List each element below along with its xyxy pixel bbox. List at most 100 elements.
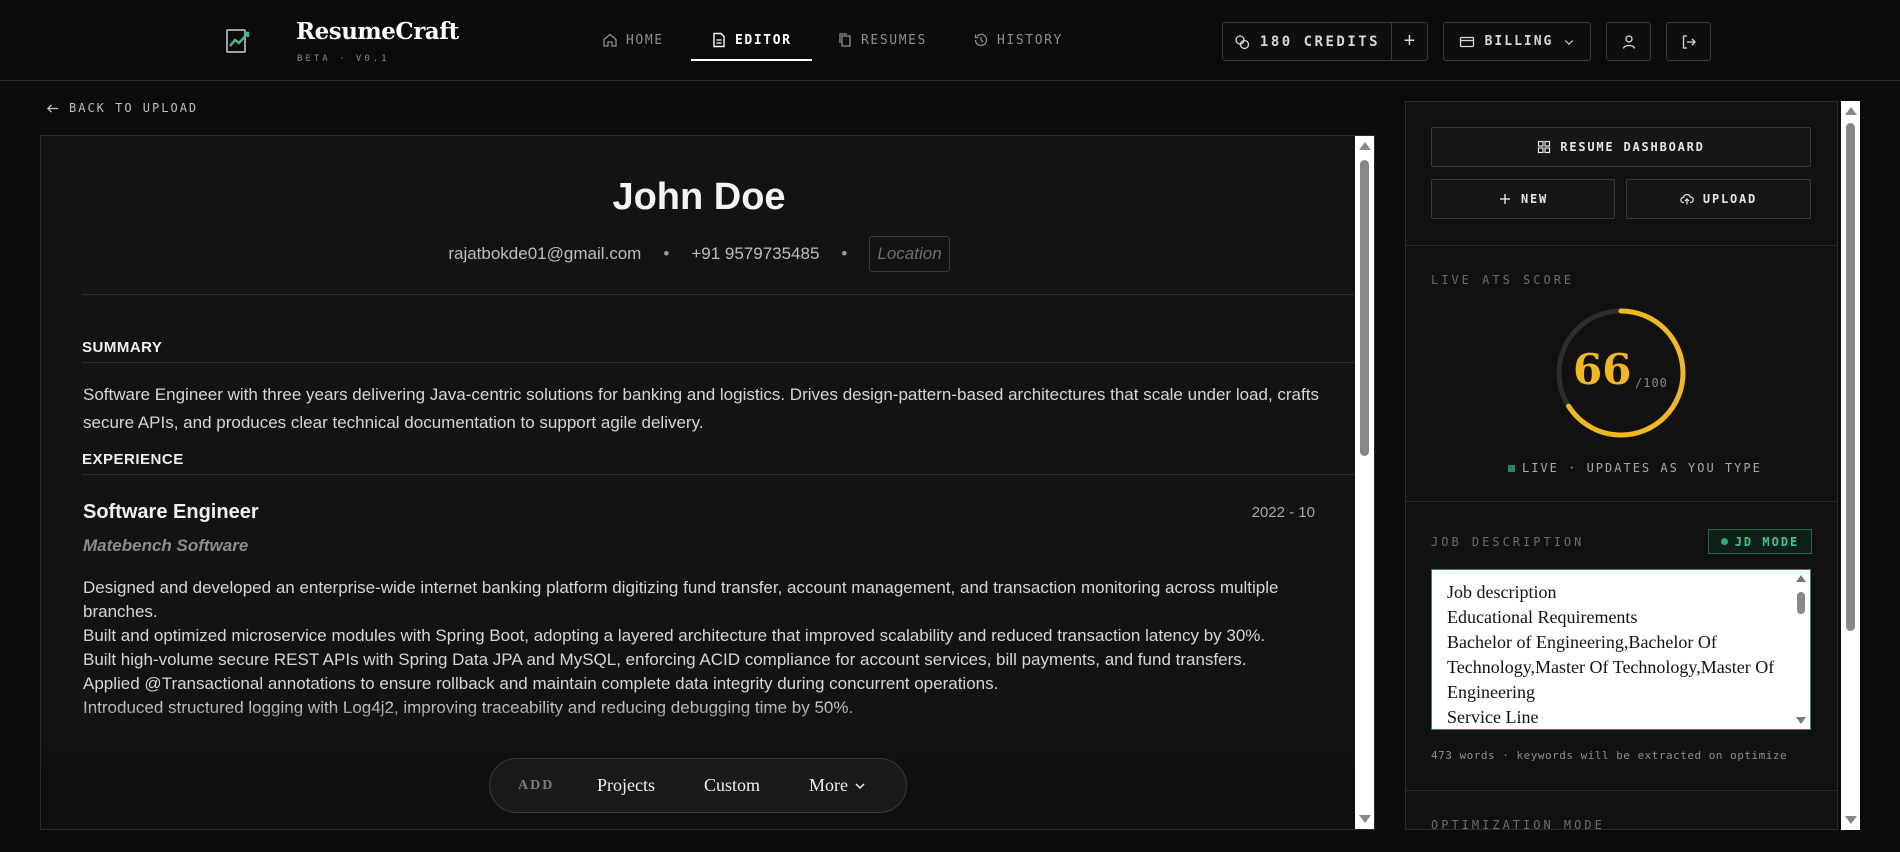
more-label: More (809, 775, 848, 795)
plus-icon (1499, 194, 1510, 204)
sidebar-scrollbar[interactable] (1841, 101, 1860, 830)
credits-widget: 180 CREDITS + (1222, 22, 1428, 61)
nav-resumes-label: RESUMES (861, 32, 927, 48)
resume-dashboard-button[interactable]: RESUME DASHBOARD (1431, 127, 1811, 167)
job-bullet[interactable]: Built and optimized microservice modules… (83, 624, 1313, 648)
scroll-up-arrow[interactable] (1796, 575, 1806, 582)
jd-mode-badge[interactable]: JD MODE (1708, 529, 1812, 554)
new-label: NEW (1520, 192, 1549, 206)
add-label: ADD (518, 777, 555, 793)
job-description-label: JOB DESCRIPTION (1431, 535, 1585, 549)
brand-name[interactable]: ResumeCraft (296, 18, 459, 45)
resume-editor: John Doe rajatbokde01@gmail.com • +91 95… (40, 135, 1375, 830)
right-sidebar: RESUME DASHBOARD NEW UPLOAD LIVE ATS SCO… (1405, 101, 1838, 830)
add-credits-button[interactable]: + (1392, 23, 1427, 60)
add-custom-button[interactable]: Custom (704, 775, 760, 796)
job-company[interactable]: Matebench Software (83, 536, 248, 556)
ats-score-max: /100 (1635, 376, 1668, 390)
job-bullets[interactable]: Designed and developed an enterprise-wid… (83, 576, 1313, 720)
job-description-content[interactable]: Job description Educational Requirements… (1447, 580, 1782, 729)
arrow-left-icon (46, 103, 59, 113)
jd-scrollbar[interactable] (1793, 570, 1810, 729)
location-field[interactable]: Location (869, 236, 950, 272)
logo-icon[interactable] (224, 27, 252, 55)
nav-editor[interactable]: EDITOR (711, 30, 792, 50)
logout-icon (1682, 34, 1696, 49)
live-text: LIVE · UPDATES AS YOU TYPE (1522, 461, 1762, 475)
job-bullet[interactable]: Built high-volume secure REST APIs with … (83, 648, 1313, 672)
home-icon (603, 33, 617, 47)
editor-scrollbar[interactable] (1355, 136, 1374, 829)
more-sections-button[interactable]: More (809, 775, 866, 796)
chevron-down-icon (1565, 39, 1574, 45)
nav-editor-label: EDITOR (735, 32, 792, 48)
jd-line: Job description (1447, 582, 1557, 602)
nav-home-label: HOME (626, 32, 664, 48)
scroll-thumb[interactable] (1797, 592, 1805, 614)
top-header: ResumeCraft BETA · V0.1 HOME EDITOR RESU… (0, 0, 1900, 81)
nav-home[interactable]: HOME (602, 30, 664, 50)
logout-button[interactable] (1666, 22, 1711, 61)
user-icon (1622, 34, 1635, 49)
scroll-up-arrow[interactable] (1845, 107, 1857, 115)
ats-score-label: LIVE ATS SCORE (1431, 273, 1575, 287)
copy-icon (839, 33, 851, 47)
scroll-thumb[interactable] (1846, 123, 1855, 631)
upload-resume-button[interactable]: UPLOAD (1626, 179, 1811, 219)
jd-mode-label: JD MODE (1734, 534, 1800, 549)
credits-label: 180 CREDITS (1259, 33, 1381, 50)
job-bullet[interactable]: Applied @Transactional annotations to en… (83, 672, 1313, 696)
experience-heading[interactable]: EXPERIENCE (82, 451, 184, 468)
sidebar-divider (1406, 790, 1837, 791)
billing-dropdown[interactable]: BILLING (1443, 22, 1591, 61)
sidebar-divider (1406, 501, 1837, 502)
scroll-up-arrow[interactable] (1359, 142, 1371, 150)
profile-button[interactable] (1606, 22, 1651, 61)
jd-word-count: 473 words · keywords will be extracted o… (1431, 749, 1788, 762)
live-indicator: LIVE · UPDATES AS YOU TYPE (1508, 461, 1762, 475)
chevron-down-icon (855, 782, 865, 789)
resume-name[interactable]: John Doe (41, 176, 1357, 219)
job-title[interactable]: Software Engineer (83, 501, 259, 524)
scroll-down-arrow[interactable] (1359, 815, 1371, 823)
optimization-mode-label: OPTIMIZATION MODE (1431, 818, 1605, 830)
history-icon (974, 33, 988, 47)
job-description-textarea[interactable]: Job description Educational Requirements… (1431, 569, 1811, 730)
coins-icon (1235, 34, 1250, 49)
summary-divider (82, 362, 1356, 363)
dashboard-icon (1538, 140, 1551, 154)
credit-card-icon (1459, 36, 1474, 47)
job-date[interactable]: 2022 - 10 (1252, 504, 1315, 521)
nav-resumes[interactable]: RESUMES (837, 30, 927, 50)
scroll-thumb[interactable] (1360, 160, 1369, 456)
contact-phone[interactable]: +91 9579735485 (691, 244, 819, 264)
credits-button[interactable]: 180 CREDITS (1223, 23, 1391, 60)
dashboard-label: RESUME DASHBOARD (1560, 140, 1705, 154)
scroll-down-arrow[interactable] (1845, 816, 1857, 824)
summary-text[interactable]: Software Engineer with three years deliv… (83, 381, 1353, 437)
nav-history[interactable]: HISTORY (973, 30, 1063, 50)
summary-heading[interactable]: SUMMARY (82, 339, 162, 356)
job-bullet[interactable]: Designed and developed an enterprise-wid… (83, 576, 1313, 624)
sidebar-divider (1406, 245, 1837, 246)
cloud-upload-icon (1680, 193, 1694, 205)
jd-line: Educational Requirements (1447, 607, 1638, 627)
back-link-label: BACK TO UPLOAD (69, 101, 199, 115)
contact-email[interactable]: rajatbokde01@gmail.com (448, 244, 641, 264)
document-icon (713, 32, 725, 48)
jd-mode-dot (1720, 538, 1728, 545)
add-projects-button[interactable]: Projects (597, 775, 655, 796)
experience-divider (82, 474, 1356, 475)
upload-label: UPLOAD (1702, 192, 1758, 206)
back-to-upload-link[interactable]: BACK TO UPLOAD (46, 101, 198, 115)
scroll-down-arrow[interactable] (1796, 717, 1806, 724)
new-resume-button[interactable]: NEW (1431, 179, 1615, 219)
jd-line: Bachelor of Engineering,Bachelor Of Tech… (1447, 632, 1775, 702)
header-divider (82, 294, 1356, 295)
contact-line: rajatbokde01@gmail.com • +91 9579735485 … (41, 236, 1357, 272)
live-status-dot (1508, 464, 1515, 472)
ats-score-value: 66 (1573, 345, 1632, 394)
brand-version: BETA · V0.1 (297, 54, 390, 64)
add-section-bar: ADD Projects Custom More (489, 758, 907, 813)
billing-label: BILLING (1484, 34, 1554, 49)
